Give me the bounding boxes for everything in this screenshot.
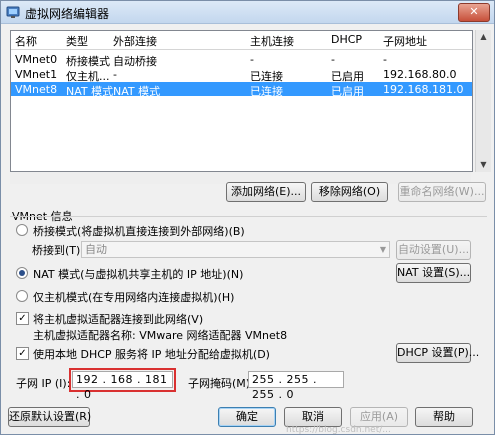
scroll-down-icon[interactable]: ▼ bbox=[476, 158, 491, 172]
rename-network-button[interactable]: 重命名网络(W)... bbox=[398, 182, 486, 202]
watermark-text: https://blog.csdn.net/... bbox=[286, 425, 391, 435]
cell-type: NAT 模式 bbox=[66, 85, 114, 98]
table-row-vmnet1[interactable]: VMnet1 仅主机... - 已连接 已启用 192.168.80.0 bbox=[11, 67, 472, 83]
subnet-ip-label: 子网 IP (I): bbox=[16, 377, 71, 390]
cell-name: VMnet1 bbox=[15, 68, 58, 81]
window-title: 虚拟网络编辑器 bbox=[25, 7, 110, 21]
connect-adapter-label: 将主机虚拟适配器连接到此网络(V) bbox=[33, 313, 204, 326]
cell-external: - bbox=[113, 68, 117, 81]
connect-adapter-checkbox[interactable]: ✓ bbox=[16, 312, 29, 325]
cell-dhcp: - bbox=[331, 53, 335, 66]
cancel-button[interactable]: 取消 bbox=[284, 407, 342, 427]
auto-settings-button[interactable]: 自动设置(U)... bbox=[396, 240, 471, 260]
nat-settings-button[interactable]: NAT 设置(S)... bbox=[396, 263, 471, 283]
dhcp-settings-button[interactable]: DHCP 设置(P)... bbox=[396, 343, 479, 363]
nat-mode-radio[interactable] bbox=[16, 267, 28, 279]
subnet-mask-input[interactable]: 255 . 255 . 255 . 0 bbox=[248, 371, 344, 401]
column-header-dhcp[interactable]: DHCP bbox=[331, 33, 362, 46]
cell-subnet: 192.168.80.0 bbox=[383, 68, 457, 81]
add-network-button[interactable]: 添加网络(E)... bbox=[226, 182, 306, 202]
virtual-network-editor-window: 虚拟网络编辑器 ✕ 名称 类型 外部连接 主机连接 DHCP 子网地址 VMne… bbox=[0, 0, 495, 435]
host-only-mode-label: 仅主机模式(在专用网络内连接虚拟机)(H) bbox=[33, 291, 235, 304]
table-row-vmnet0[interactable]: VMnet0 桥接模式 自动桥接 - - - bbox=[11, 52, 472, 68]
column-header-type[interactable]: 类型 bbox=[66, 33, 88, 49]
title-bar: 虚拟网络编辑器 ✕ bbox=[1, 1, 494, 24]
restore-defaults-button[interactable]: 还原默认设置(R) bbox=[8, 407, 91, 427]
bridge-mode-radio[interactable] bbox=[16, 224, 28, 236]
cell-host: - bbox=[250, 53, 254, 66]
bridge-mode-label: 桥接模式(将虚拟机直接连接到外部网络)(B) bbox=[33, 225, 245, 238]
table-header: 名称 类型 外部连接 主机连接 DHCP 子网地址 bbox=[11, 31, 472, 50]
remove-network-button[interactable]: 移除网络(O) bbox=[311, 182, 388, 202]
column-header-external[interactable]: 外部连接 bbox=[113, 33, 157, 49]
network-editor-icon bbox=[6, 6, 20, 18]
network-list-table: 名称 类型 外部连接 主机连接 DHCP 子网地址 VMnet0 桥接模式 自动… bbox=[10, 30, 473, 172]
cell-name: VMnet0 bbox=[15, 53, 58, 66]
group-divider bbox=[10, 216, 487, 217]
bridge-to-value: 自动 bbox=[85, 243, 107, 256]
cell-name: VMnet8 bbox=[15, 83, 58, 96]
nat-mode-label: NAT 模式(与虚拟机共享主机的 IP 地址)(N) bbox=[33, 268, 244, 281]
table-vertical-scrollbar[interactable]: ▲ ▼ bbox=[475, 30, 491, 172]
use-dhcp-label: 使用本地 DHCP 服务将 IP 地址分配给虚拟机(D) bbox=[33, 348, 270, 361]
scroll-up-icon[interactable]: ▲ bbox=[476, 30, 491, 44]
bridge-to-label: 桥接到(T): bbox=[32, 244, 85, 257]
bridge-to-select[interactable]: 自动 ▼ bbox=[81, 241, 390, 258]
dropdown-arrow-icon: ▼ bbox=[379, 245, 386, 254]
host-only-mode-radio[interactable] bbox=[16, 290, 28, 302]
close-button[interactable]: ✕ bbox=[458, 3, 490, 22]
cell-subnet: - bbox=[383, 53, 387, 66]
column-header-name[interactable]: 名称 bbox=[15, 33, 37, 49]
subnet-mask-label: 子网掩码(M): bbox=[188, 377, 254, 390]
use-dhcp-checkbox[interactable]: ✓ bbox=[16, 347, 29, 360]
cell-dhcp: 已启用 bbox=[331, 85, 364, 98]
apply-button[interactable]: 应用(A) bbox=[350, 407, 408, 427]
subnet-ip-input[interactable]: 192 . 168 . 181 . 0 bbox=[72, 371, 173, 401]
cell-host: 已连接 bbox=[250, 85, 283, 98]
adapter-name-label: 主机虚拟适配器名称: VMware 网络适配器 VMnet8 bbox=[33, 329, 288, 342]
cell-external: NAT 模式 bbox=[113, 85, 161, 98]
column-header-host[interactable]: 主机连接 bbox=[250, 33, 294, 49]
ok-button[interactable]: 确定 bbox=[218, 407, 276, 427]
table-row-vmnet8[interactable]: VMnet8 NAT 模式 NAT 模式 已连接 已启用 192.168.181… bbox=[11, 82, 472, 98]
column-header-subnet[interactable]: 子网地址 bbox=[383, 33, 427, 49]
help-button[interactable]: 帮助 bbox=[415, 407, 473, 427]
cell-subnet: 192.168.181.0 bbox=[383, 83, 464, 96]
